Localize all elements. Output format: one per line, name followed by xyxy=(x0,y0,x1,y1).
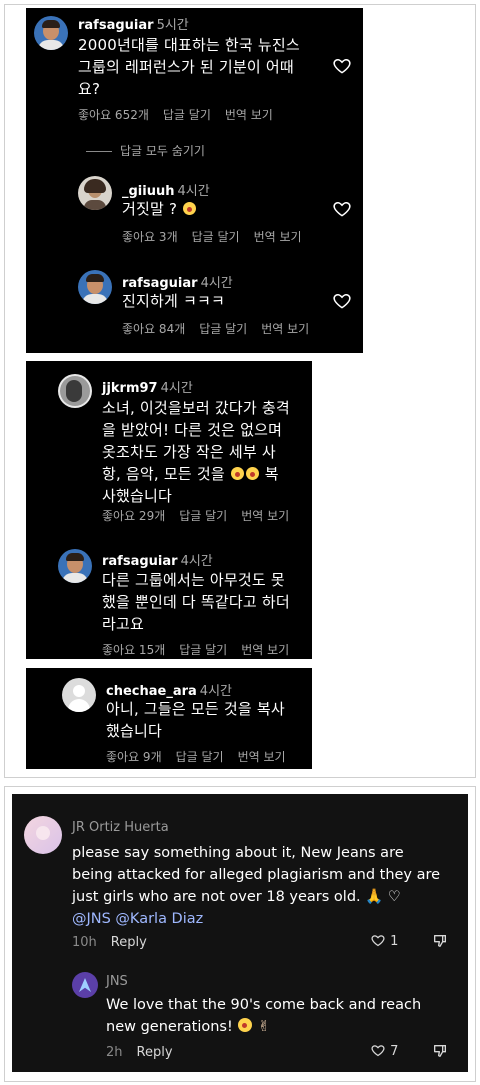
reply-button[interactable]: 답글 달기 xyxy=(179,509,227,523)
folded-hands-icon: 🙏 xyxy=(365,889,384,905)
heart-icon[interactable] xyxy=(332,56,352,76)
translate-button[interactable]: 번역 보기 xyxy=(241,509,289,523)
comment-actions: 좋아요 9개 답글 달기 번역 보기 xyxy=(106,748,300,765)
avatar[interactable] xyxy=(72,972,98,998)
reply-button[interactable]: 답글 달기 xyxy=(163,108,211,122)
reply-button[interactable]: Reply xyxy=(111,935,147,950)
like-count: 1 xyxy=(390,934,399,949)
reply-author[interactable]: JNS xyxy=(106,974,128,989)
comment-text: please say something about it, New Jeans… xyxy=(72,842,440,930)
comment-text: 아니, 그들은 모든 것을 복사 했습니다 xyxy=(106,700,285,740)
reply-time: 4시간 xyxy=(177,184,210,199)
heart-icon xyxy=(371,935,385,947)
reply-button[interactable]: 답글 달기 xyxy=(176,750,224,764)
reply-author[interactable]: _giiuuh 4시간 xyxy=(122,180,210,199)
translate-button[interactable]: 번역 보기 xyxy=(225,108,273,122)
comment-actions: 좋아요 29개 답글 달기 번역 보기 xyxy=(102,507,303,524)
ig-comment-panel-3: chechae_ara 4시간 아니, 그들은 모든 것을 복사 했습니다 좋아요… xyxy=(26,668,312,769)
ig-comment-panel-1: rafsaguiar 5시간 2000년대를 대표하는 한국 뉴진스 그룹의 레퍼… xyxy=(26,8,363,353)
comment-author[interactable]: rafsaguiar 5시간 xyxy=(78,14,189,33)
blushing-emoji-icon xyxy=(238,1018,253,1032)
reply-text: 진지하게 ㅋㅋㅋ xyxy=(122,292,225,310)
reply-time: 4시간 xyxy=(200,276,233,291)
comment-time: 10h xyxy=(72,935,97,950)
default-avatar-icon[interactable] xyxy=(62,678,96,712)
comment-time: 4시간 xyxy=(160,381,193,396)
comment-author[interactable]: jjkrm97 4시간 xyxy=(102,377,193,396)
reply-actions: 좋아요 15개 답글 달기 번역 보기 xyxy=(102,641,303,658)
avatar[interactable] xyxy=(58,549,92,583)
like-button[interactable]: 1 xyxy=(370,933,398,949)
comment-text: 소녀, 이것을보러 갔다가 충격 을 받았어! 다른 것은 없으며 옷조차도 가… xyxy=(102,399,290,505)
heart-icon[interactable] xyxy=(332,291,352,311)
comment-author[interactable]: chechae_ara 4시간 xyxy=(106,680,232,699)
likes-count[interactable]: 좋아요 9개 xyxy=(106,750,162,764)
translate-button[interactable]: 번역 보기 xyxy=(254,230,302,244)
reply-actions: 좋아요 3개 답글 달기 번역 보기 xyxy=(122,228,316,245)
translate-button[interactable]: 번역 보기 xyxy=(241,643,289,657)
astonished-emoji-icon xyxy=(230,467,244,480)
avatar[interactable] xyxy=(34,16,68,50)
reply-button[interactable]: Reply xyxy=(137,1045,173,1060)
dislike-icon[interactable] xyxy=(432,933,448,949)
white-heart-icon: ♡ xyxy=(387,889,401,905)
likes-count[interactable]: 좋아요 3개 xyxy=(122,230,178,244)
reply-meta: 2h Reply xyxy=(106,1045,173,1060)
reply-time: 2h xyxy=(106,1045,123,1060)
mentions[interactable]: @JNS @Karla Diaz xyxy=(72,908,440,930)
reply-button[interactable]: 답글 달기 xyxy=(199,322,247,336)
reply-author[interactable]: rafsaguiar 4시간 xyxy=(122,272,233,291)
avatar[interactable] xyxy=(78,270,112,304)
reply-button[interactable]: 답글 달기 xyxy=(192,230,240,244)
translate-button[interactable]: 번역 보기 xyxy=(238,750,286,764)
likes-count[interactable]: 좋아요 15개 xyxy=(102,643,165,657)
reply-button[interactable]: 답글 달기 xyxy=(179,643,227,657)
comment-meta: 10h Reply xyxy=(72,935,147,950)
avatar[interactable] xyxy=(78,176,112,210)
divider xyxy=(86,151,112,152)
reply-time: 4시간 xyxy=(180,554,213,569)
avatar[interactable] xyxy=(24,816,62,854)
hand-gesture-icon: ✌ xyxy=(258,1019,271,1035)
translate-button[interactable]: 번역 보기 xyxy=(261,322,309,336)
likes-count[interactable]: 좋아요 84개 xyxy=(122,322,185,336)
avatar[interactable] xyxy=(58,374,92,408)
reply-actions: 좋아요 84개 답글 달기 번역 보기 xyxy=(122,320,323,337)
likes-count[interactable]: 좋아요 652개 xyxy=(78,108,149,122)
reply-text: 다른 그룹에서는 아무것도 못 했을 뿐인데 다 똑같다고 하더 라고요 xyxy=(102,571,290,633)
likes-count[interactable]: 좋아요 29개 xyxy=(102,509,165,523)
heart-icon[interactable] xyxy=(332,199,352,219)
reply-text: We love that the 90's come back and reac… xyxy=(106,997,422,1035)
comment-actions: 좋아요 652개 답글 달기 번역 보기 xyxy=(78,106,287,123)
like-button[interactable]: 7 xyxy=(370,1043,398,1059)
astonished-emoji-icon xyxy=(183,202,197,215)
dislike-icon[interactable] xyxy=(432,1043,448,1059)
comment-author[interactable]: JR Ortiz Huerta xyxy=(72,820,169,835)
reply-text: 거짓말 ? xyxy=(122,198,197,220)
astonished-emoji-icon xyxy=(245,467,259,480)
like-count: 7 xyxy=(390,1044,399,1059)
comment-time: 4시간 xyxy=(199,684,232,699)
hide-replies-button[interactable]: 답글 모두 숨기기 xyxy=(86,142,205,159)
ig-comment-panel-2: jjkrm97 4시간 소녀, 이것을보러 갔다가 충격 을 받았어! 다른 것은… xyxy=(26,361,312,659)
comment-time: 5시간 xyxy=(156,18,189,33)
comment-text: 2000년대를 대표하는 한국 뉴진스 그룹의 레퍼런스가 된 기분이 어때 요… xyxy=(78,36,300,98)
heart-icon xyxy=(371,1045,385,1057)
reply-author[interactable]: rafsaguiar 4시간 xyxy=(102,550,213,569)
tiktok-comment-panel: JR Ortiz Huerta please say something abo… xyxy=(12,794,468,1072)
